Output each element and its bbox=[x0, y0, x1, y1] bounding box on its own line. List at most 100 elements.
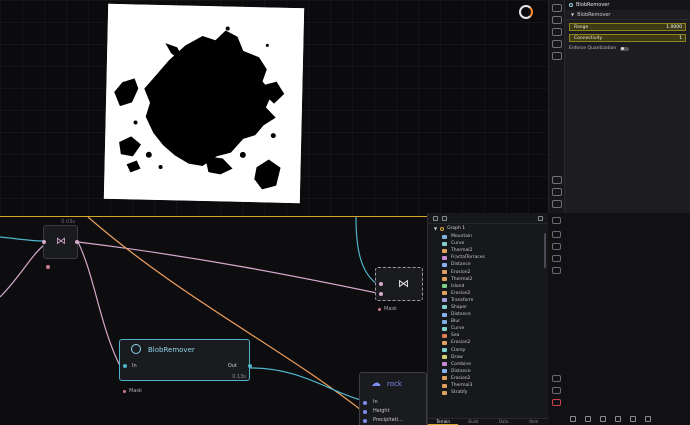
loading-spinner-icon bbox=[519, 5, 533, 19]
grid-icon[interactable] bbox=[552, 267, 561, 274]
library-item[interactable]: Combine bbox=[428, 361, 548, 368]
connectivity-label: Connectivity bbox=[574, 35, 603, 41]
library-item[interactable]: Draw bbox=[428, 354, 548, 361]
library-item[interactable]: Erosion2 bbox=[428, 339, 548, 346]
library-item-label: Erosion2 bbox=[451, 340, 471, 346]
camera-icon[interactable] bbox=[552, 200, 562, 208]
layers-icon[interactable] bbox=[552, 28, 562, 36]
library-toolbar bbox=[428, 213, 548, 224]
blob-in-label: In bbox=[132, 363, 137, 369]
node-type-icon bbox=[442, 312, 447, 317]
blob-node-time: 0.13s bbox=[232, 374, 246, 380]
node-type-icon bbox=[442, 390, 447, 395]
search-icon[interactable] bbox=[570, 415, 576, 422]
library-item[interactable]: Shaper bbox=[428, 304, 548, 311]
rock-in-pin[interactable] bbox=[363, 401, 367, 405]
library-tabs: Terrain Build Data Item bbox=[428, 418, 549, 425]
zoom-icon[interactable] bbox=[552, 188, 562, 196]
input-pin-2[interactable] bbox=[379, 292, 383, 296]
layers-icon[interactable] bbox=[552, 255, 561, 262]
tab-item[interactable]: Item bbox=[519, 419, 549, 425]
library-item[interactable]: Distance bbox=[428, 311, 548, 318]
library-item[interactable]: Curve bbox=[428, 240, 548, 247]
node-type-icon bbox=[442, 241, 447, 246]
library-item[interactable]: Thermal3 bbox=[428, 382, 548, 389]
library-item[interactable]: Island bbox=[428, 283, 548, 290]
range-field[interactable]: Range 1.0000 bbox=[569, 23, 686, 31]
library-item[interactable]: Distance bbox=[428, 368, 548, 375]
grid-snap-icon[interactable] bbox=[600, 415, 606, 422]
library-item[interactable]: Clamp bbox=[428, 347, 548, 354]
library-item[interactable]: Stratify bbox=[428, 389, 548, 396]
properties-section-header[interactable]: ▼ BlobRemover bbox=[565, 10, 690, 20]
library-item[interactable]: Thermal2 bbox=[428, 247, 548, 254]
grid-icon[interactable] bbox=[552, 40, 562, 48]
output-pin[interactable] bbox=[75, 240, 79, 244]
zoom-icon[interactable] bbox=[552, 387, 561, 394]
library-item[interactable]: FractalTerraces bbox=[428, 254, 548, 261]
collapse-icon[interactable] bbox=[442, 215, 447, 221]
rock-in-label: In bbox=[373, 399, 378, 405]
library-item[interactable]: Distance bbox=[428, 261, 548, 268]
fit-view-icon[interactable] bbox=[552, 176, 562, 184]
chevron-down-icon: ▼ bbox=[571, 12, 575, 17]
input-pin[interactable] bbox=[379, 282, 383, 286]
library-list: Mountain Curve Thermal2 FractalTerraces Dist… bbox=[428, 233, 548, 396]
library-item[interactable]: Curve bbox=[428, 325, 548, 332]
node-type-icon: ⋈ bbox=[398, 277, 409, 290]
graph-node-mid[interactable]: ⋈ bbox=[375, 267, 423, 301]
fit-view-icon[interactable] bbox=[552, 375, 561, 382]
connectivity-field[interactable]: Connectivity 1 bbox=[569, 34, 686, 42]
properties-title: BlobRemover bbox=[576, 2, 610, 8]
library-scrollbar[interactable] bbox=[544, 233, 546, 268]
connectivity-value[interactable]: 1 bbox=[679, 36, 682, 41]
blob-out-pin[interactable] bbox=[248, 364, 252, 368]
library-item[interactable]: Mountain bbox=[428, 233, 548, 240]
blob-in-pin[interactable] bbox=[123, 364, 127, 368]
display-mode-icon[interactable] bbox=[552, 4, 562, 12]
input-pin[interactable] bbox=[42, 240, 46, 244]
tab-data[interactable]: Data bbox=[489, 419, 519, 425]
library-item[interactable]: Sea bbox=[428, 332, 548, 339]
chevron-down-icon: ▼ bbox=[434, 226, 438, 231]
record-icon[interactable] bbox=[552, 399, 561, 406]
rock-height-pin[interactable] bbox=[363, 410, 367, 414]
library-item[interactable]: Erosion2 bbox=[428, 375, 548, 382]
tab-terrain[interactable]: Terrain bbox=[428, 419, 459, 425]
node-type-icon bbox=[442, 326, 447, 331]
library-item[interactable]: Transform bbox=[428, 297, 548, 304]
library-item-label: FractalTerraces bbox=[451, 255, 485, 261]
viewport[interactable] bbox=[0, 0, 548, 216]
library-root[interactable]: ▼ Graph 1 bbox=[428, 224, 548, 233]
blobremover-node[interactable]: BlobRemover In Out 0.13s bbox=[119, 339, 252, 381]
light-icon[interactable] bbox=[552, 52, 562, 60]
node-type-icon bbox=[442, 284, 447, 289]
eye-icon[interactable] bbox=[552, 16, 562, 24]
bookmark-icon[interactable] bbox=[615, 415, 621, 422]
properties-title-bar: BlobRemover bbox=[565, 0, 690, 10]
graph-node-small[interactable]: 0.03s ⋈ bbox=[42, 219, 79, 259]
graph-settings-icon[interactable] bbox=[552, 231, 561, 238]
mask-pin-icon[interactable] bbox=[378, 307, 381, 311]
rock-node[interactable]: ☁ rock In Height Precipitati... bbox=[359, 372, 427, 425]
library-item-label: Erosion2 bbox=[451, 269, 471, 275]
filter-icon[interactable] bbox=[538, 215, 543, 221]
rock-precipitation-pin[interactable] bbox=[363, 419, 367, 423]
mask-pin-icon[interactable] bbox=[123, 389, 126, 393]
node-type-icon bbox=[442, 234, 447, 239]
enforce-quantization-toggle[interactable] bbox=[620, 46, 630, 51]
library-item[interactable]: Erosion2 bbox=[428, 268, 548, 275]
settings-icon[interactable] bbox=[645, 415, 651, 422]
magnet-icon[interactable] bbox=[585, 415, 591, 422]
library-item[interactable]: Blur bbox=[428, 318, 548, 325]
library-item-label: Distance bbox=[451, 262, 471, 268]
node-add-icon[interactable] bbox=[630, 415, 636, 422]
range-value[interactable]: 1.0000 bbox=[666, 25, 682, 30]
expand-icon[interactable] bbox=[433, 215, 438, 221]
filter-icon[interactable] bbox=[552, 217, 561, 224]
library-item[interactable]: Erosion2 bbox=[428, 290, 548, 297]
eye-icon[interactable] bbox=[552, 243, 561, 250]
tab-build[interactable]: Build bbox=[458, 419, 488, 425]
library-item[interactable]: Thermal2 bbox=[428, 276, 548, 283]
node-type-icon bbox=[442, 319, 447, 324]
